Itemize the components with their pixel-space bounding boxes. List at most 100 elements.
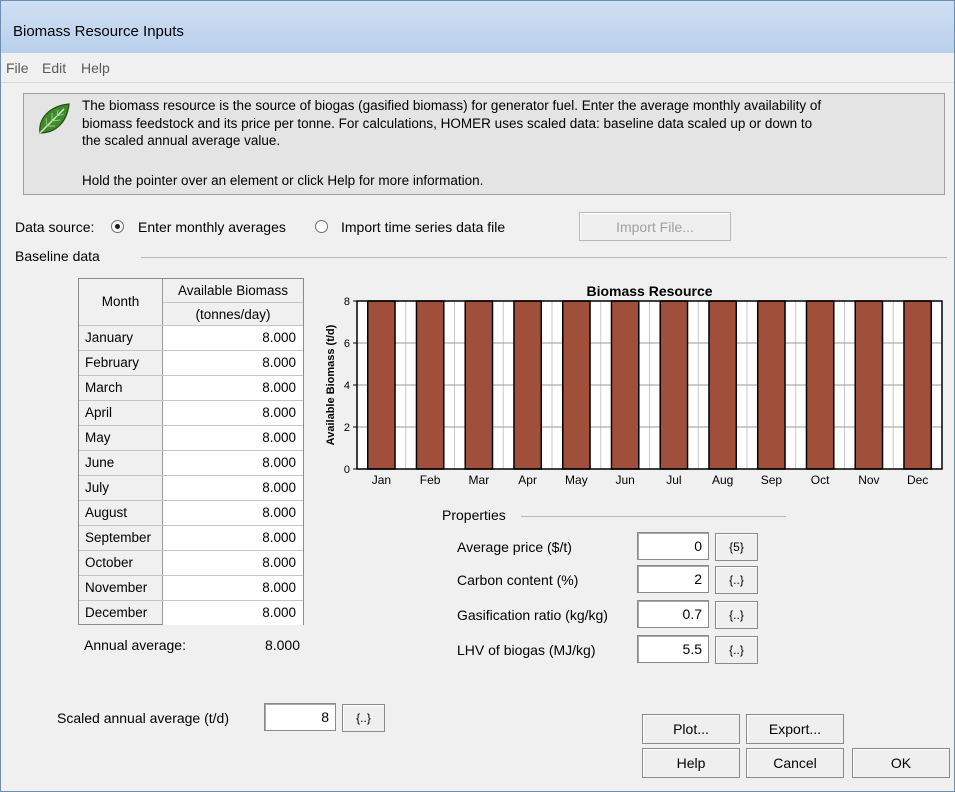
bar-aug [708,300,738,470]
month-cell: May [79,426,163,450]
table-row: August 8.000 [79,500,303,525]
info-line: the scaled annual average value. [82,133,281,148]
x-tick-label: Jun [615,473,634,487]
carbon-content-label: Carbon content (%) [457,572,579,588]
bar-jan [366,300,396,470]
info-hint: Hold the pointer over an element or clic… [82,173,484,188]
x-tick-label: Jan [372,473,391,487]
x-tick-label: Nov [858,473,879,487]
column-header-available-biomass: Available Biomass [177,283,289,298]
chart-svg: Biomass Resource 0 2 4 6 8 Jan Feb Mar Apr May Jun J… [325,283,943,487]
bar-jul [659,300,689,470]
monthly-data-table: Month Available Biomass (tonnes/day) Jan… [78,278,304,625]
info-line: biomass feedstock and its price per tonn… [82,115,813,131]
y-axis-label: Available Biomass (t/d) [325,324,337,445]
average-price-field[interactable] [637,532,709,560]
x-tick-label: Mar [469,473,490,487]
table-row: February 8.000 [79,350,303,375]
data-source-label: Data source: [15,219,95,235]
month-cell: April [79,401,163,425]
chart-title: Biomass Resource [586,283,712,299]
bar-oct [805,300,835,470]
carbon-content-sensitivity-button[interactable]: {..} [715,566,758,594]
annual-average-value: 8.000 [264,637,300,653]
available-biomass-cell[interactable]: 8.000 [163,376,303,400]
available-biomass-cell[interactable]: 8.000 [163,451,303,475]
lhv-biogas-field[interactable] [637,635,709,663]
bar-sep [756,300,786,470]
radio-monthly-averages[interactable] [111,220,124,233]
y-tick-label: 4 [344,380,350,392]
available-biomass-cell[interactable]: 8.000 [163,551,303,575]
radio-import-time-series[interactable] [315,220,328,233]
y-tick-label: 8 [344,296,350,308]
cancel-button[interactable]: Cancel [746,748,844,778]
table-row: October 8.000 [79,550,303,575]
available-biomass-cell[interactable]: 8.000 [163,501,303,525]
window-title: Biomass Resource Inputs [13,23,184,40]
available-biomass-cell[interactable]: 8.000 [163,351,303,375]
biomass-resource-chart[interactable]: Biomass Resource 0 2 4 6 8 Jan Feb Mar Apr May Jun J… [319,279,949,497]
available-biomass-cell[interactable]: 8.000 [163,576,303,600]
table-row: March 8.000 [79,375,303,400]
radio-monthly-averages-label[interactable]: Enter monthly averages [138,219,286,235]
lhv-biogas-label: LHV of biogas (MJ/kg) [457,642,596,658]
leaf-icon [34,100,72,141]
lhv-biogas-sensitivity-button[interactable]: {..} [715,636,758,664]
table-row: July 8.000 [79,475,303,500]
properties-group-label: Properties [442,507,506,523]
available-biomass-cell[interactable]: 8.000 [163,401,303,425]
x-tick-label: Jul [666,473,681,487]
radio-import-time-series-label[interactable]: Import time series data file [341,219,505,235]
menu-file[interactable]: File [6,60,29,76]
export-button[interactable]: Export... [746,714,844,744]
month-cell: July [79,476,163,500]
menu-edit[interactable]: Edit [42,60,66,76]
help-button[interactable]: Help [642,748,740,778]
import-file-button[interactable]: Import File... [579,212,731,241]
average-price-sensitivity-button[interactable]: {5} [715,533,758,561]
month-cell: October [79,551,163,575]
column-header-month: Month [79,279,163,325]
x-tick-label: Aug [712,473,733,487]
table-row: April 8.000 [79,400,303,425]
month-cell: September [79,526,163,550]
month-cell: August [79,501,163,525]
table-row: December 8.000 [79,600,303,625]
gasification-ratio-field[interactable] [637,600,709,628]
column-header-unit: (tonnes/day) [163,302,303,325]
info-line: The biomass resource is the source of bi… [82,98,822,113]
x-tick-label: Feb [420,473,441,487]
table-row: June 8.000 [79,450,303,475]
y-tick-label: 0 [344,464,350,476]
table-row: November 8.000 [79,575,303,600]
menu-help[interactable]: Help [81,60,110,76]
scaled-annual-average-sensitivity-button[interactable]: {..} [342,704,385,732]
bar-may [561,300,591,470]
y-tick-label: 2 [344,422,350,434]
bar-feb [415,300,445,470]
menu-bar: File Edit Help [1,53,954,83]
ok-button[interactable]: OK [852,748,950,778]
info-panel: The biomass resource is the source of bi… [23,93,945,195]
scaled-annual-average-field[interactable] [264,703,336,731]
table-row: May 8.000 [79,425,303,450]
annual-average-label: Annual average: [84,637,186,653]
title-bar[interactable]: Biomass Resource Inputs [1,1,954,53]
available-biomass-cell[interactable]: 8.000 [163,426,303,450]
available-biomass-cell[interactable]: 8.000 [163,601,303,625]
gasification-ratio-sensitivity-button[interactable]: {..} [715,601,758,629]
month-cell: January [79,326,163,350]
average-price-label: Average price ($/t) [457,539,572,555]
month-cell: June [79,451,163,475]
x-tick-label: Dec [907,473,928,487]
bar-apr [513,300,543,470]
available-biomass-cell[interactable]: 8.000 [163,326,303,350]
available-biomass-cell[interactable]: 8.000 [163,526,303,550]
month-cell: February [79,351,163,375]
plot-button[interactable]: Plot... [642,714,740,744]
available-biomass-cell[interactable]: 8.000 [163,476,303,500]
y-tick-label: 6 [344,338,350,350]
carbon-content-field[interactable] [637,565,709,593]
bar-dec [903,300,933,470]
